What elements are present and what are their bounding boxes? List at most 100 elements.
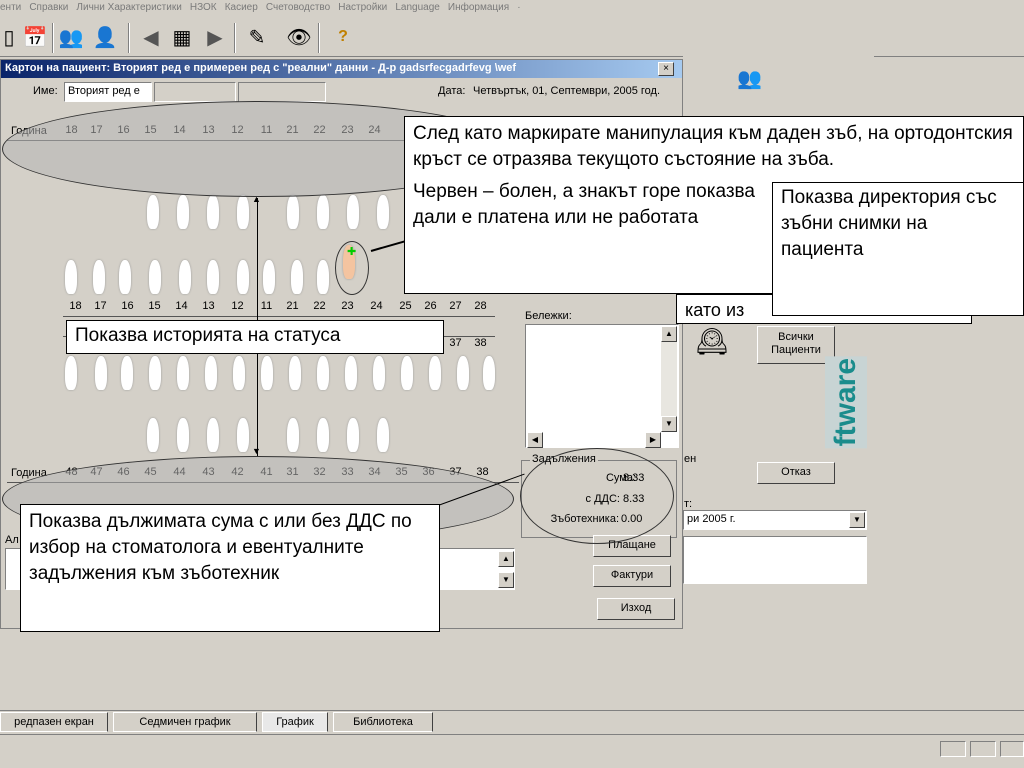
scroll-down-icon[interactable]: ▼ <box>661 416 677 432</box>
tooth[interactable] <box>95 356 107 390</box>
tooth[interactable] <box>429 356 441 390</box>
tooth[interactable] <box>287 195 299 229</box>
patient-edit-icon[interactable]: 👤 <box>90 22 120 52</box>
name-extra-field[interactable] <box>154 82 236 102</box>
scroll-down-icon[interactable]: ▼ <box>498 572 514 588</box>
tooth[interactable] <box>147 418 159 452</box>
patients-icon[interactable]: 👥 <box>737 66 762 91</box>
scroll-up-icon[interactable]: ▲ <box>498 551 514 567</box>
menu-item-reports[interactable]: Справки <box>29 0 73 13</box>
menu-item-nzok[interactable]: НЗОК <box>190 0 222 13</box>
chevron-down-icon[interactable]: ▼ <box>849 512 865 528</box>
tooth-number: 16 <box>121 300 134 312</box>
bottom-tab-bar: редпазен екран Седмичен график График Би… <box>0 710 1024 732</box>
menu-item-settings[interactable]: Настройки <box>338 0 392 13</box>
tooth[interactable] <box>317 195 329 229</box>
notes-pencil-icon[interactable]: ✎ <box>242 22 272 52</box>
toolbar-separator <box>234 23 236 53</box>
tooth-number: 13 <box>202 300 215 312</box>
tooth[interactable] <box>207 195 219 229</box>
appointment-textarea[interactable] <box>683 536 867 584</box>
cancel-button[interactable]: Отказ <box>757 462 835 484</box>
tooth[interactable] <box>149 356 161 390</box>
tooth[interactable] <box>457 356 469 390</box>
name-extra-field-2[interactable] <box>238 82 326 102</box>
partial-label: ен <box>684 453 697 465</box>
tab-weekly-schedule[interactable]: Седмичен график <box>113 712 257 732</box>
mid-tooth-numbers-upper: 18 17 16 15 14 13 12 11 21 22 23 24 25 2… <box>63 300 495 316</box>
tooth[interactable] <box>291 260 303 294</box>
status-panel <box>940 741 966 757</box>
tooth[interactable] <box>179 260 191 294</box>
tooth[interactable] <box>93 260 105 294</box>
tooth[interactable] <box>177 418 189 452</box>
tooth[interactable] <box>177 356 189 390</box>
tooth[interactable] <box>317 260 329 294</box>
tooth[interactable] <box>263 260 275 294</box>
tooth[interactable] <box>377 195 389 229</box>
tooth[interactable] <box>207 418 219 452</box>
date-select[interactable]: ри 2005 г. <box>683 510 867 530</box>
scroll-left-icon[interactable]: ◀ <box>527 432 543 448</box>
tooth[interactable] <box>377 418 389 452</box>
name-field[interactable]: Вторият ред е <box>64 82 152 102</box>
menu-item-language[interactable]: Language <box>395 0 445 13</box>
patients-icon[interactable]: 👥 <box>56 22 86 52</box>
tooth[interactable] <box>345 356 357 390</box>
clock-icon[interactable]: 🕰 <box>688 326 736 364</box>
eye-icon[interactable]: 👁 <box>284 22 314 52</box>
tooth[interactable] <box>347 195 359 229</box>
invoices-button[interactable]: Фактури <box>593 565 671 587</box>
tooth[interactable] <box>401 356 413 390</box>
name-label: Име: <box>33 85 58 97</box>
tooth[interactable] <box>317 356 329 390</box>
all-patients-button[interactable]: Всички Пациенти <box>757 326 835 364</box>
tooth[interactable] <box>65 356 77 390</box>
notes-textarea[interactable] <box>525 324 679 448</box>
calendar-grid-icon[interactable]: ▦ <box>167 22 197 52</box>
brand-logo-text: ftware <box>825 356 867 449</box>
menu-item-patients[interactable]: енти <box>0 0 26 13</box>
tooth[interactable] <box>177 195 189 229</box>
tab-library[interactable]: Библиотека <box>333 712 433 732</box>
tooth[interactable] <box>237 418 249 452</box>
tooth[interactable] <box>147 195 159 229</box>
tooth[interactable] <box>207 260 219 294</box>
tooth[interactable] <box>317 418 329 452</box>
menu-item-personal[interactable]: Лични Характеристики <box>76 0 186 13</box>
tooth[interactable] <box>261 356 273 390</box>
scroll-up-icon[interactable]: ▲ <box>661 326 677 342</box>
tooth-number: 37 <box>449 337 462 349</box>
tooth[interactable] <box>483 356 495 390</box>
tooth[interactable] <box>237 260 249 294</box>
arrow-down-icon: ▼ <box>252 446 261 456</box>
tooth[interactable] <box>237 195 249 229</box>
tooth[interactable] <box>121 356 133 390</box>
exit-button[interactable]: Изход <box>597 598 675 620</box>
tooth[interactable] <box>65 260 77 294</box>
arrow-right-icon[interactable]: ▶ <box>200 22 230 52</box>
tooth[interactable] <box>149 260 161 294</box>
tooth[interactable] <box>205 356 217 390</box>
tooth-number: 17 <box>94 300 107 312</box>
tooth[interactable] <box>119 260 131 294</box>
all-patients-label-2: Пациенти <box>771 344 821 356</box>
tooth[interactable] <box>347 418 359 452</box>
tooth[interactable] <box>373 356 385 390</box>
menu-item-info[interactable]: Информация <box>448 0 514 13</box>
menu-item-accounting[interactable]: Счетоводство <box>266 0 335 13</box>
arrow-left-icon[interactable]: ◀ <box>136 22 166 52</box>
close-icon[interactable]: × <box>658 62 674 76</box>
tab-schedule[interactable]: График <box>262 712 328 732</box>
tooth[interactable] <box>289 356 301 390</box>
tooth-highlight-ellipse <box>335 241 369 295</box>
calendar-clock-icon[interactable]: 📅 <box>20 22 50 52</box>
help-icon[interactable]: ? <box>328 22 358 52</box>
tooth[interactable] <box>233 356 245 390</box>
scroll-right-icon[interactable]: ▶ <box>645 432 661 448</box>
tooth-number: 14 <box>175 300 188 312</box>
toolbar-separator <box>52 23 54 53</box>
menu-item-cashier[interactable]: Касиер <box>225 0 263 13</box>
tooth[interactable] <box>287 418 299 452</box>
tab-screensaver[interactable]: редпазен екран <box>0 712 108 732</box>
